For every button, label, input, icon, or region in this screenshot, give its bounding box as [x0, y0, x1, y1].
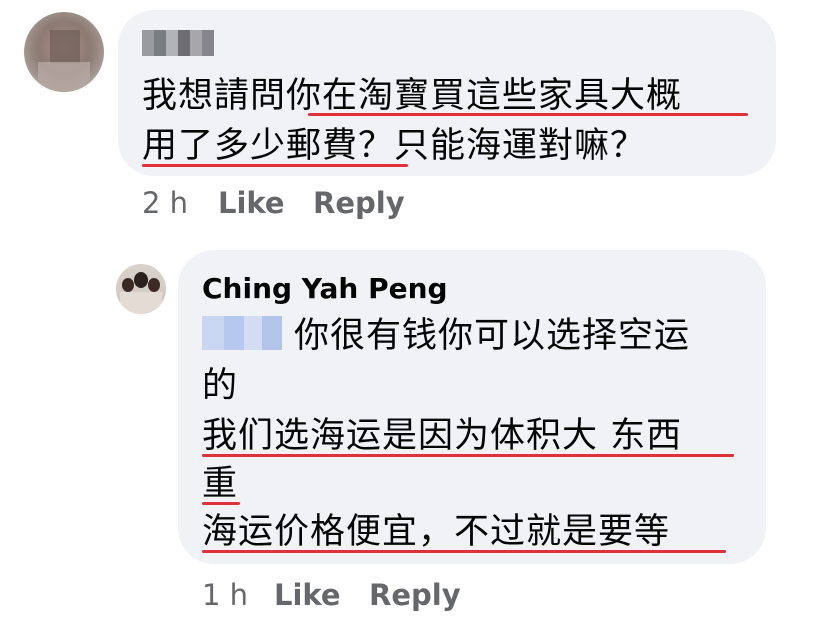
- comment-2-text-line-2: 的: [202, 366, 239, 406]
- mention-blurred[interactable]: [202, 316, 282, 350]
- comment-2-timestamp[interactable]: 1 h: [202, 578, 248, 612]
- comment-2-text-line-4: 重: [202, 464, 239, 504]
- avatar-commenter-blurred[interactable]: [24, 12, 104, 92]
- comment-2-text-line-1: 你很有钱你可以选择空运: [294, 316, 691, 356]
- underline-annotation: [142, 164, 408, 167]
- underline-annotation: [308, 113, 748, 116]
- comment-author-name[interactable]: Ching Yah Peng: [202, 272, 448, 305]
- comment-1-text-line-2: 用了多少郵費？只能海運對嘛？: [142, 126, 647, 166]
- comment-1-timestamp[interactable]: 2 h: [142, 186, 188, 220]
- underline-annotation: [202, 454, 734, 457]
- comment-2-text-line-3: 我们选海运是因为体积大 东西: [202, 416, 683, 456]
- comment-1-like-button[interactable]: Like: [218, 186, 285, 220]
- comment-2-text-line-5: 海运价格便宜，不过就是要等: [202, 512, 671, 552]
- commenter-name-blurred[interactable]: [142, 30, 214, 56]
- underline-annotation: [202, 550, 726, 553]
- comment-1-reply-button[interactable]: Reply: [313, 186, 405, 220]
- comment-2-reply-button[interactable]: Reply: [369, 578, 461, 612]
- underline-annotation: [202, 502, 240, 505]
- avatar-ching-yah-peng[interactable]: [116, 264, 166, 314]
- comment-2-like-button[interactable]: Like: [274, 578, 341, 612]
